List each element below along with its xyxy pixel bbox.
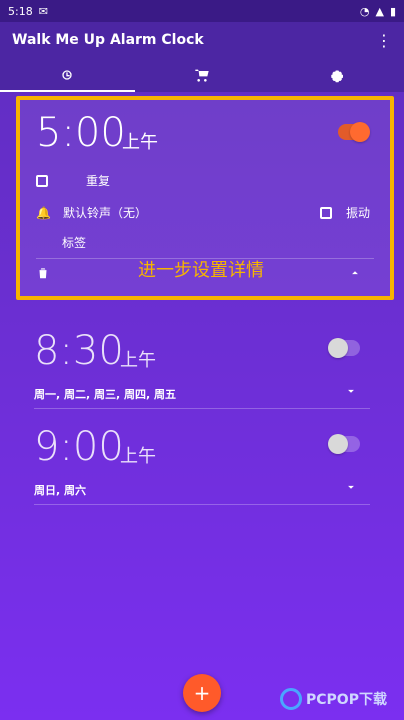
alarm-time[interactable]: 5:00	[36, 110, 126, 156]
repeat-label: 重复	[86, 174, 111, 188]
watermark-logo-icon	[280, 688, 302, 710]
trash-icon[interactable]	[36, 266, 50, 280]
alarm-divider	[34, 408, 370, 409]
status-bar: 5:18 ✉ ◔ ▲ ▮	[0, 0, 404, 22]
status-left: 5:18 ✉	[8, 5, 48, 18]
tag-label: 标签	[62, 236, 87, 250]
ringtone-label: 默认铃声（无）	[62, 206, 147, 220]
alarm-card[interactable]: 9:00 上午 周日, 周六	[34, 424, 370, 510]
repeat-row[interactable]: 重复	[36, 172, 110, 189]
vibrate-row[interactable]: 振动	[319, 204, 370, 221]
status-right: ◔ ▲ ▮	[360, 5, 396, 18]
alarm-ampm: 上午	[120, 350, 156, 371]
alarm-ampm: 上午	[122, 132, 158, 153]
app-title: Walk Me Up Alarm Clock	[12, 32, 204, 48]
alarm-icon	[62, 70, 72, 80]
chevron-down-icon[interactable]	[344, 384, 358, 398]
more-vert-icon[interactable]: ⋮	[376, 31, 392, 50]
alarm-days: 周一, 周二, 周三, 周四, 周五	[34, 388, 177, 401]
tab-settings[interactable]	[269, 58, 404, 92]
tag-row[interactable]: 标签	[62, 234, 86, 251]
toggle-knob	[350, 122, 370, 142]
status-time: 5:18	[8, 4, 33, 18]
add-icon: +	[193, 681, 211, 705]
tabs	[0, 58, 404, 92]
battery-icon: ▮	[389, 4, 396, 18]
cart-icon	[195, 69, 209, 82]
vibrate-checkbox[interactable]	[319, 206, 332, 219]
alarm-card-expanded[interactable]: 5:00 上午 重复 🔔 默认铃声（无） 振动 标签 进一步设置详情	[16, 96, 394, 300]
toggle-knob	[328, 434, 348, 454]
alarm-time[interactable]: 9:00	[34, 424, 124, 470]
vibrate-label: 振动	[345, 206, 370, 220]
toggle-knob	[328, 338, 348, 358]
watermark: PCPOP下载	[280, 684, 404, 714]
chevron-up-icon[interactable]	[348, 266, 362, 280]
alarm-days: 周日, 周六	[34, 484, 87, 497]
watermark-text: PCPOP下载	[306, 692, 387, 708]
tab-alarms[interactable]	[0, 58, 135, 92]
wifi-icon: ◔	[359, 4, 370, 18]
add-alarm-button[interactable]: +	[183, 674, 221, 712]
alarm-enable-toggle[interactable]	[328, 434, 360, 454]
gmail-icon: ✉	[38, 4, 48, 18]
app-bar: Walk Me Up Alarm Clock ⋮	[0, 22, 404, 58]
hint-text: 进一步设置详情	[138, 260, 264, 281]
alarm-ampm: 上午	[120, 446, 156, 467]
tab-store[interactable]	[135, 58, 270, 92]
alarm-enable-toggle[interactable]	[328, 338, 360, 358]
alarm-divider	[34, 504, 370, 505]
signal-icon: ▲	[375, 4, 384, 18]
bell-icon: 🔔	[36, 205, 51, 220]
chevron-down-icon[interactable]	[344, 480, 358, 494]
alarm-time[interactable]: 8:30	[34, 328, 124, 374]
ringtone-row[interactable]: 🔔 默认铃声（无）	[36, 204, 147, 221]
gear-icon	[330, 70, 343, 83]
alarm-card[interactable]: 8:30 上午 周一, 周二, 周三, 周四, 周五	[34, 328, 370, 414]
repeat-checkbox[interactable]	[36, 174, 48, 187]
alarm-enable-toggle[interactable]	[338, 122, 370, 142]
